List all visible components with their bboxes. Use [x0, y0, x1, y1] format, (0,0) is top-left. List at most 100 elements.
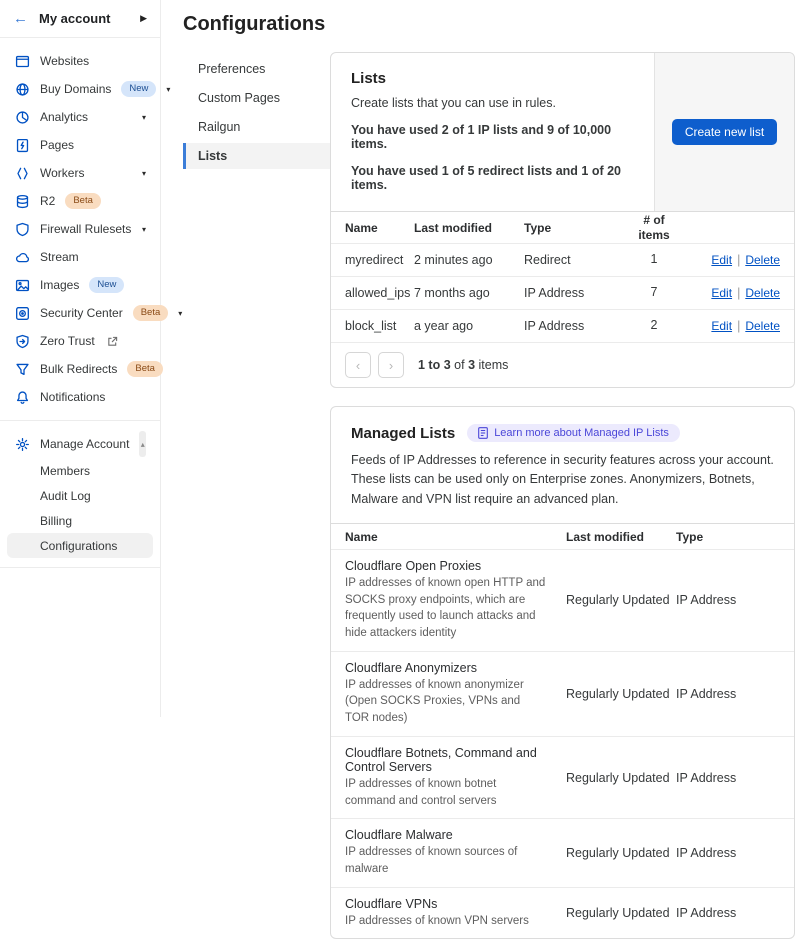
managed-list-description: IP addresses of known anonymizer (Open S… — [345, 677, 546, 727]
bulk-redirects-icon — [14, 361, 30, 377]
list-last-modified: a year ago — [414, 319, 524, 333]
chevron-down-icon: ▾ — [142, 113, 146, 122]
row-actions: Edit | Delete — [680, 286, 780, 300]
list-last-modified: 7 months ago — [414, 286, 524, 300]
table-row: Cloudflare Open Proxies IP addresses of k… — [331, 549, 794, 651]
sidebar-item-zero-trust[interactable]: Zero Trust — [7, 327, 153, 355]
sidebar-item-label: Members — [40, 464, 90, 478]
beta-badge: Beta — [127, 361, 163, 376]
sidebar-item-notifications[interactable]: Notifications — [7, 383, 153, 411]
edit-link[interactable]: Edit — [711, 253, 732, 267]
sidebar-item-label: Configurations — [40, 539, 117, 553]
manage-account-icon — [14, 436, 30, 452]
subnav-item-lists[interactable]: Lists — [183, 143, 330, 169]
redirect-lists-usage: You have used 1 of 5 redirect lists and … — [351, 164, 634, 192]
list-type: IP Address — [524, 319, 628, 333]
lists-table-header: Name Last modified Type # of items — [331, 211, 794, 243]
lists-card-title: Lists — [351, 70, 634, 87]
sidebar-item-label: Billing — [40, 514, 72, 528]
sidebar-item-label: Images — [40, 278, 79, 292]
sidebar-item-label: Buy Domains — [40, 82, 111, 96]
managed-lists-title: Managed Lists — [351, 425, 455, 442]
edit-link[interactable]: Edit — [711, 286, 732, 300]
managed-list-name: Cloudflare Botnets, Command and Control … — [345, 746, 566, 809]
list-name: allowed_ips — [345, 286, 414, 300]
table-row: Cloudflare VPNsIP addresses of known VPN… — [331, 887, 794, 939]
managed-last-modified: Regularly Updated — [566, 906, 676, 920]
delete-link[interactable]: Delete — [745, 286, 780, 300]
sidebar-item-label: Security Center — [40, 306, 123, 320]
lists-card: Lists Create lists that you can use in r… — [330, 52, 795, 388]
create-new-list-button[interactable]: Create new list — [672, 119, 777, 145]
ip-lists-usage: You have used 2 of 1 IP lists and 9 of 1… — [351, 123, 634, 151]
managed-list-description: IP addresses of known open HTTP and SOCK… — [345, 575, 546, 642]
external-link-icon — [107, 336, 118, 347]
next-page-button[interactable]: › — [378, 352, 404, 378]
table-row: Cloudflare MalwareIP addresses of known … — [331, 818, 794, 886]
chevron-down-icon: ▾ — [142, 225, 146, 234]
sidebar-item-firewall-rulesets[interactable]: Firewall Rulesets▾ — [7, 215, 153, 243]
sidebar-item-label: Zero Trust — [40, 334, 95, 348]
managed-type: IP Address — [676, 846, 780, 860]
sidebar-item-buy-domains[interactable]: Buy DomainsNew▾ — [7, 75, 153, 103]
action-separator: | — [737, 319, 740, 333]
sidebar-item-label: Analytics — [40, 110, 88, 124]
workers-icon — [14, 165, 30, 181]
sidebar-item-workers[interactable]: Workers ▾ — [7, 159, 153, 187]
account-title[interactable]: My account — [39, 11, 111, 26]
managed-last-modified: Regularly Updated — [566, 771, 676, 785]
sidebar-divider — [0, 420, 160, 421]
managed-list-title: Cloudflare Open Proxies — [345, 559, 546, 573]
sidebar-item-label: Workers — [40, 166, 84, 180]
sidebar-item-analytics[interactable]: Analytics ▾ — [7, 103, 153, 131]
sidebar-item-stream[interactable]: Stream — [7, 243, 153, 271]
create-list-panel: Create new list — [654, 53, 794, 211]
chevron-right-icon[interactable]: ▶ — [140, 13, 147, 24]
page-title: Configurations — [183, 13, 800, 36]
sidebar-item-billing[interactable]: Billing — [7, 508, 153, 533]
delete-link[interactable]: Delete — [745, 319, 780, 333]
subnav-item-railgun[interactable]: Railgun — [183, 114, 330, 140]
list-item-count: 2 — [628, 318, 680, 334]
websites-icon — [14, 53, 30, 69]
stream-icon — [14, 249, 30, 265]
sidebar-item-configurations[interactable]: Configurations — [7, 533, 153, 558]
sidebar-item-label: Manage Account — [40, 437, 129, 451]
new-badge: New — [89, 277, 124, 292]
managed-lists-description: Feeds of IP Addresses to reference in se… — [351, 451, 774, 509]
managed-list-title: Cloudflare Anonymizers — [345, 661, 546, 675]
sidebar-item-r2[interactable]: R2Beta — [7, 187, 153, 215]
edit-link[interactable]: Edit — [711, 319, 732, 333]
main-content: Configurations Preferences Custom Pages Ra… — [162, 0, 800, 717]
r2-icon — [14, 193, 30, 209]
sidebar-item-websites[interactable]: Websites — [7, 47, 153, 75]
sidebar-item-manage-account[interactable]: Manage Account ▴ — [7, 430, 153, 458]
action-separator: | — [737, 286, 740, 300]
chevron-down-icon: ▾ — [142, 169, 146, 178]
list-item-count: 1 — [628, 252, 680, 268]
managed-list-title: Cloudflare Botnets, Command and Control … — [345, 746, 546, 774]
sidebar-item-bulk-redirects[interactable]: Bulk RedirectsBeta — [7, 355, 153, 383]
subnav-item-preferences[interactable]: Preferences — [183, 56, 330, 82]
delete-link[interactable]: Delete — [745, 253, 780, 267]
collapse-section-button[interactable]: ▴ — [139, 431, 146, 457]
table-row: Cloudflare Botnets, Command and Control … — [331, 736, 794, 818]
list-name: myredirect — [345, 253, 414, 267]
back-arrow-icon[interactable]: ← — [13, 11, 28, 26]
table-row: myredirect2 minutes agoRedirect1Edit|Del… — [331, 243, 794, 276]
managed-list-description: IP addresses of known botnet command and… — [345, 776, 546, 809]
list-item-count: 7 — [628, 285, 680, 301]
analytics-icon — [14, 109, 30, 125]
previous-page-button[interactable]: ‹ — [345, 352, 371, 378]
managed-last-modified: Regularly Updated — [566, 593, 676, 607]
sidebar-item-members[interactable]: Members — [7, 458, 153, 483]
sidebar-item-audit-log[interactable]: Audit Log — [7, 483, 153, 508]
subnav-item-custom-pages[interactable]: Custom Pages — [183, 85, 330, 111]
sidebar-item-pages[interactable]: Pages — [7, 131, 153, 159]
sidebar-item-images[interactable]: Images New — [7, 271, 153, 299]
managed-list-title: Cloudflare VPNs — [345, 897, 546, 911]
managed-type: IP Address — [676, 593, 780, 607]
sidebar-item-security-center[interactable]: Security CenterBeta▾ — [7, 299, 153, 327]
learn-more-link[interactable]: Learn more about Managed IP Lists — [467, 424, 680, 442]
list-type: Redirect — [524, 253, 628, 267]
